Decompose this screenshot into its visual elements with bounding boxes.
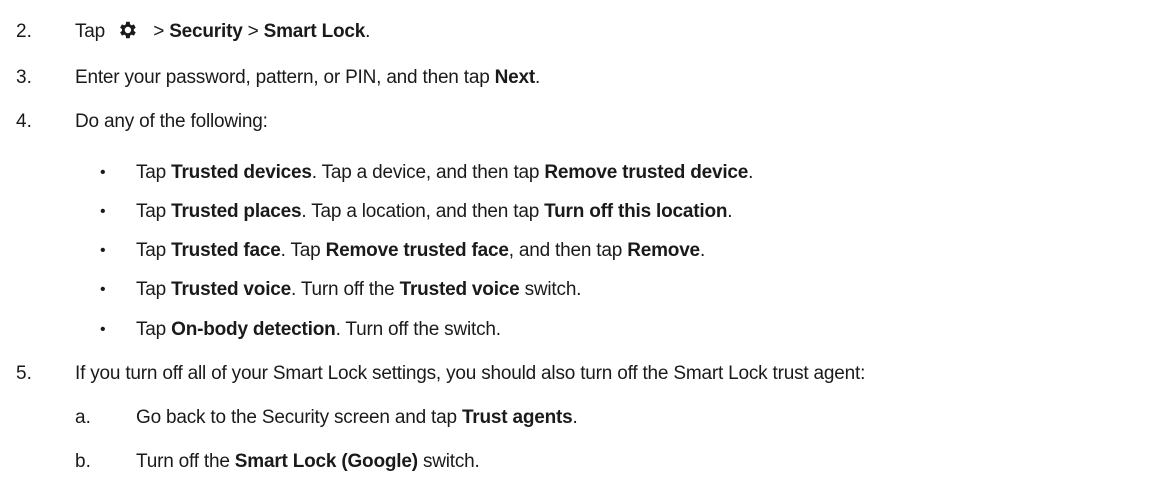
bullet-text: Tap Trusted voice. Turn off the Trusted …: [136, 277, 581, 303]
plain-text: .: [365, 21, 371, 42]
plain-text: Tap: [136, 162, 172, 183]
plain-text: Tap: [136, 201, 172, 222]
plain-text: Tap: [75, 21, 111, 42]
plain-text: switch.: [417, 451, 480, 472]
emphasis-text: Remove trusted device: [544, 162, 749, 183]
emphasis-text: Trusted places: [171, 201, 302, 222]
plain-text: . Tap: [280, 240, 326, 261]
emphasis-text: Turn off this location: [544, 201, 728, 222]
plain-text: switch.: [519, 279, 582, 300]
emphasis-text: Security: [169, 21, 243, 42]
plain-text: . Tap a device, and then tap: [311, 162, 545, 183]
substep-text: Turn off the Smart Lock (Google) switch.: [136, 449, 480, 475]
step-text: Tap > Security > Smart Lock.: [75, 19, 370, 45]
step-text: If you turn off all of your Smart Lock s…: [75, 361, 865, 387]
emphasis-text: Remove trusted face: [325, 240, 509, 261]
step-text: Do any of the following:: [75, 109, 268, 135]
bullet-text: Tap Trusted devices. Tap a device, and t…: [136, 160, 753, 186]
emphasis-text: Trust agents: [461, 407, 573, 428]
plain-text: . Turn off the switch.: [335, 319, 501, 340]
plain-text: , and then tap: [508, 240, 628, 261]
plain-text: >: [242, 21, 264, 42]
emphasis-text: Trusted voice: [399, 279, 520, 300]
plain-text: .: [748, 162, 754, 183]
plain-text: >: [148, 21, 170, 42]
plain-text: Go back to the Security screen and tap: [136, 407, 462, 428]
plain-text: Enter your password, pattern, or PIN, an…: [75, 67, 495, 88]
step-number: 3.: [16, 67, 32, 88]
substep-letter: a.: [75, 407, 91, 428]
emphasis-text: Trusted voice: [171, 279, 292, 300]
plain-text: Tap: [136, 279, 172, 300]
step-number: 5.: [16, 363, 32, 384]
emphasis-text: Smart Lock (Google): [234, 451, 418, 472]
plain-text: .: [699, 240, 706, 261]
plain-text: .: [572, 407, 578, 428]
bullet-marker: •: [100, 321, 106, 338]
substep-text: Go back to the Security screen and tap T…: [136, 405, 578, 431]
plain-text: Do any of the following:: [75, 111, 268, 132]
bullet-marker: •: [100, 164, 106, 181]
plain-text: .: [535, 67, 541, 88]
bullet-marker: •: [100, 203, 106, 220]
step-number: 4.: [16, 111, 32, 132]
emphasis-text: On-body detection: [171, 319, 336, 340]
plain-text: Turn off the: [136, 451, 235, 472]
emphasis-text: Remove: [627, 240, 700, 261]
plain-text: Tap: [136, 319, 172, 340]
bullet-marker: •: [100, 281, 106, 298]
plain-text: If you turn off all of your Smart Lock s…: [75, 363, 866, 384]
gear-icon: [116, 19, 138, 41]
emphasis-text: Smart Lock: [263, 21, 366, 42]
plain-text: Tap: [136, 240, 172, 261]
bullet-marker: •: [100, 242, 106, 259]
plain-text: . Turn off the: [291, 279, 400, 300]
plain-text: . Tap a location, and then tap: [301, 201, 545, 222]
substep-letter: b.: [75, 451, 91, 472]
emphasis-text: Trusted face: [171, 240, 281, 261]
step-number: 2.: [16, 21, 32, 42]
plain-text: .: [727, 201, 733, 222]
bullet-text: Tap Trusted face. Tap Remove trusted fac…: [136, 238, 705, 264]
step-text: Enter your password, pattern, or PIN, an…: [75, 65, 540, 91]
emphasis-text: Next: [494, 67, 536, 88]
bullet-text: Tap On-body detection. Turn off the swit…: [136, 317, 501, 343]
emphasis-text: Trusted devices: [171, 162, 312, 183]
bullet-text: Tap Trusted places. Tap a location, and …: [136, 199, 733, 225]
